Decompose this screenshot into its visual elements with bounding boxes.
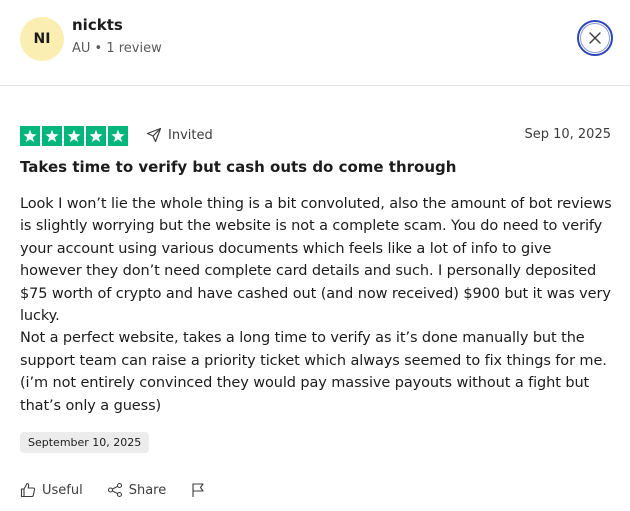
useful-label: Useful (42, 482, 83, 498)
star-1 (20, 126, 40, 146)
share-icon (107, 482, 122, 498)
review-body: Look I won’t lie the whole thing is a bi… (20, 193, 615, 417)
avatar-initials: NI (33, 31, 51, 47)
flag-icon (192, 483, 204, 497)
share-label: Share (128, 482, 167, 498)
review-paragraph: Not a perfect website, takes a long time… (20, 330, 607, 414)
paper-plane-icon (146, 127, 162, 143)
review-paragraph: Look I won’t lie the whole thing is a bi… (20, 196, 612, 325)
thumbs-up-icon (20, 482, 36, 498)
review-title: Takes time to verify but cash outs do co… (20, 158, 457, 176)
reviewer-header: NI nickts AU • 1 review (0, 0, 630, 86)
star-5 (108, 126, 128, 146)
star-4 (86, 126, 106, 146)
share-button[interactable]: Share (107, 482, 167, 498)
star-icon (111, 129, 125, 142)
useful-button[interactable]: Useful (20, 482, 83, 498)
star-3 (64, 126, 84, 146)
star-rating (20, 126, 128, 146)
invited-badge: Invited (146, 127, 213, 143)
star-icon (67, 129, 81, 142)
star-icon (45, 129, 59, 142)
reviewer-name[interactable]: nickts (72, 16, 123, 34)
star-icon (23, 129, 37, 142)
close-icon (589, 32, 601, 44)
review-actions: Useful Share (20, 482, 236, 498)
star-2 (42, 126, 62, 146)
avatar: NI (20, 17, 64, 61)
reviewer-meta: AU • 1 review (72, 41, 162, 56)
review-date: Sep 10, 2025 (524, 127, 611, 142)
report-button[interactable] (190, 482, 212, 498)
star-icon (89, 129, 103, 142)
close-button[interactable] (577, 20, 613, 56)
invited-label: Invited (168, 127, 213, 143)
experience-date-badge: September 10, 2025 (20, 432, 150, 453)
